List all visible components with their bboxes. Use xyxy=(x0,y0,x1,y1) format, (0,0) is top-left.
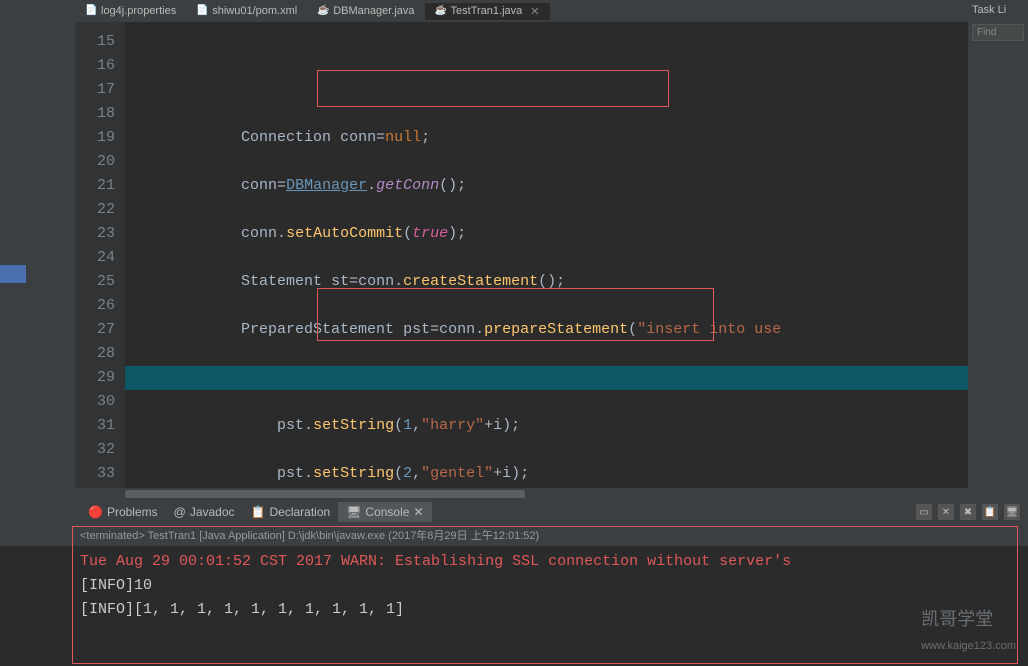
line-number: 27 xyxy=(75,318,115,342)
tab-label: DBManager.java xyxy=(333,5,414,17)
tab-label: Javadoc xyxy=(190,505,235,519)
java-icon: ☕ xyxy=(435,5,447,17)
tab-label: Problems xyxy=(107,505,158,519)
line-number: 21 xyxy=(75,174,115,198)
console-header: <terminated> TestTran1 [Java Application… xyxy=(0,524,1028,546)
line-number: 25 xyxy=(75,270,115,294)
javadoc-icon: @ xyxy=(174,505,186,519)
tab-console[interactable]: 🖥 Console ✕ xyxy=(338,502,431,522)
line-gutter: 15 16 17 18 19 20 21 22 23 24 25 26 27 2… xyxy=(75,22,125,488)
horizontal-scrollbar[interactable] xyxy=(75,488,968,500)
line-number: 20 xyxy=(75,150,115,174)
remove-all-icon[interactable]: 📋 xyxy=(982,504,998,520)
display-icon[interactable]: 🖥 xyxy=(1004,504,1020,520)
code-line: pst.setString(1,"harry"+i); xyxy=(133,414,968,438)
pin-icon[interactable]: ▭ xyxy=(916,504,932,520)
close-icon[interactable]: ✕ xyxy=(530,5,539,18)
tab-dbmanager[interactable]: ☕ DBManager.java xyxy=(307,3,424,19)
tab-javadoc[interactable]: @ Javadoc xyxy=(166,502,243,522)
line-number: 26 xyxy=(75,294,115,318)
declaration-icon: 📋 xyxy=(251,505,266,519)
right-panel: Task Li Find xyxy=(968,0,1028,500)
line-number: 31 xyxy=(75,414,115,438)
code-line: pst.setString(2,"gentel"+i); xyxy=(133,462,968,486)
tab-label: TestTran1.java xyxy=(451,5,523,17)
task-panel-title: Task Li xyxy=(968,0,1028,20)
editor-area: 📄 log4j.properties 📄 shiwu01/pom.xml ☕ DBMa… xyxy=(75,0,968,500)
tab-label: shiwu01/pom.xml xyxy=(212,5,297,17)
console-output[interactable]: Tue Aug 29 00:01:52 CST 2017 WARN: Estab… xyxy=(0,546,1028,666)
file-icon: 📄 xyxy=(85,5,97,17)
tab-testtran1[interactable]: ☕ TestTran1.java ✕ xyxy=(425,3,550,20)
line-number: 16 xyxy=(75,54,115,78)
console-line-info: [INFO]10 xyxy=(80,574,948,598)
tab-label: Declaration xyxy=(269,505,330,519)
line-number: 19 xyxy=(75,126,115,150)
code-line: conn=DBManager.getConn(); xyxy=(133,174,968,198)
line-number: 17 xyxy=(75,78,115,102)
terminate-icon[interactable]: ✖ xyxy=(960,504,976,520)
find-input[interactable]: Find xyxy=(972,24,1024,41)
tab-problems[interactable]: 🔴 Problems xyxy=(80,502,166,522)
line-number: 28 xyxy=(75,342,115,366)
line-number: 32 xyxy=(75,438,115,462)
sidebar-marker xyxy=(0,265,26,283)
bottom-tabs: 🔴Problems @Javadoc 📋Declaration 🖥Console… xyxy=(0,500,1028,524)
annotation-box-1 xyxy=(317,70,669,107)
code-line: conn.setAutoCommit(true); xyxy=(133,222,968,246)
problems-icon: 🔴 xyxy=(88,505,103,519)
code-line: Connection conn=null; xyxy=(133,126,968,150)
tab-declaration[interactable]: 📋Declaration xyxy=(243,502,339,522)
console-line-info: [INFO][1, 1, 1, 1, 1, 1, 1, 1, 1, 1] xyxy=(80,598,948,622)
current-line-highlight xyxy=(125,366,968,390)
line-number: 15 xyxy=(75,30,115,54)
tab-pom[interactable]: 📄 shiwu01/pom.xml xyxy=(186,3,307,19)
code-editor[interactable]: 15 16 17 18 19 20 21 22 23 24 25 26 27 2… xyxy=(75,22,968,488)
code-text[interactable]: Connection conn=null; conn=DBManager.get… xyxy=(125,22,968,488)
line-number: 29 xyxy=(75,366,115,390)
clear-icon[interactable]: ✕ xyxy=(938,504,954,520)
console-icon: 🖥 xyxy=(346,505,361,519)
code-line: Statement st=conn.createStatement(); xyxy=(133,270,968,294)
file-icon: 📄 xyxy=(196,5,208,17)
line-number: 18 xyxy=(75,102,115,126)
close-icon[interactable]: ✕ xyxy=(413,505,423,519)
left-sidebar xyxy=(0,0,75,500)
tab-log4j[interactable]: 📄 log4j.properties xyxy=(75,3,186,19)
watermark: 凯哥学堂www.kaige123.com xyxy=(921,607,1016,658)
line-number: 30 xyxy=(75,390,115,414)
line-number: 23 xyxy=(75,222,115,246)
scrollbar-thumb[interactable] xyxy=(125,490,525,498)
code-line: PreparedStatement pst=conn.prepareStatem… xyxy=(133,318,968,342)
tab-label: log4j.properties xyxy=(101,5,176,17)
editor-tabs: 📄 log4j.properties 📄 shiwu01/pom.xml ☕ DBMa… xyxy=(75,0,968,22)
console-line-warn: Tue Aug 29 00:01:52 CST 2017 WARN: Estab… xyxy=(80,550,948,574)
tab-label: Console xyxy=(365,505,409,519)
line-number: 24 xyxy=(75,246,115,270)
line-number: 22 xyxy=(75,198,115,222)
java-icon: ☕ xyxy=(317,5,329,17)
bottom-panel: 🔴Problems @Javadoc 📋Declaration 🖥Console… xyxy=(0,500,1028,666)
console-toolbar: ▭ ✕ ✖ 📋 🖥 xyxy=(916,504,1028,520)
line-number: 33 xyxy=(75,462,115,486)
